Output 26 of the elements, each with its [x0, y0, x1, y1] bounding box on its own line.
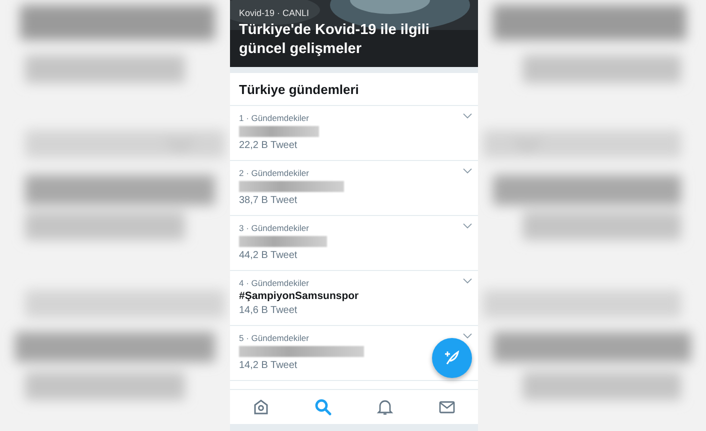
tweet-count: 14,2 B Tweet — [239, 360, 298, 371]
chevron-icon[interactable] — [463, 223, 472, 229]
tweet-count: 44,2 B Tweet — [239, 250, 298, 261]
bell-icon — [376, 398, 394, 416]
chevron-icon[interactable] — [463, 333, 472, 339]
trend-item[interactable]: 1 · Gündemdekiler 22,2 B Tweet — [230, 106, 478, 161]
tweet-count: 22,2 B Tweet — [239, 140, 298, 151]
search-icon — [314, 398, 332, 416]
tweet-count: 14,6 B Tweet — [239, 305, 298, 316]
tweet-count: 38,7 B Tweet — [239, 195, 298, 206]
trend-rank: 4 · Gündemdekiler — [239, 278, 309, 288]
feather-icon — [443, 349, 461, 367]
trend-rank: 3 · Gündemdekiler — [239, 223, 309, 233]
trend-name: #ŞampiyonSamsunspor — [239, 290, 359, 303]
nav-tab[interactable] — [314, 398, 332, 416]
chevron-icon[interactable] — [463, 113, 472, 119]
chevron-icon[interactable] — [463, 278, 472, 284]
chevron-icon[interactable] — [463, 168, 472, 174]
trend-rank: 5 · Gündemdekiler — [239, 333, 309, 343]
nav-tab[interactable] — [252, 398, 270, 416]
trend-item[interactable]: 2 · Gündemdekiler 38,7 B Tweet — [230, 161, 478, 216]
nav-tab[interactable] — [376, 398, 394, 416]
trend-rank: 1 · Gündemdekiler — [239, 113, 309, 123]
trend-item[interactable]: 3 · Gündemdekiler 44,2 B Tweet — [230, 216, 478, 271]
home-icon — [252, 398, 270, 416]
trend-rank: 2 · Gündemdekiler — [239, 168, 309, 178]
